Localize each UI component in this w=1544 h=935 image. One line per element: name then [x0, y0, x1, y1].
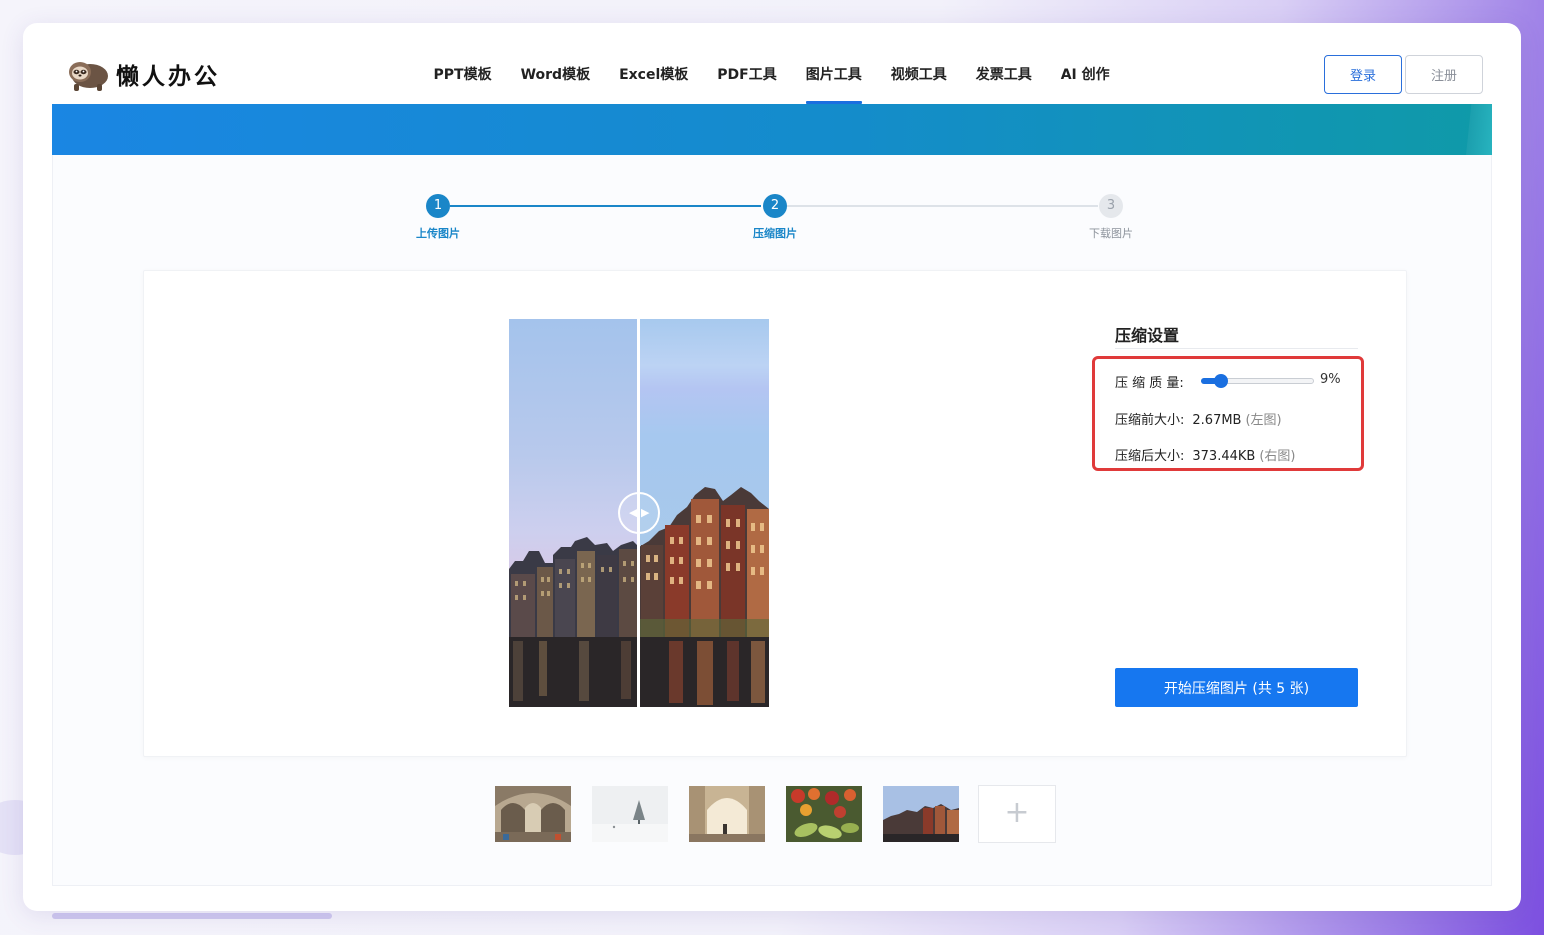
step-2-label: 压缩图片	[753, 227, 797, 240]
step-3-circle: 3	[1099, 194, 1123, 218]
after-size-hint: (右图)	[1259, 449, 1296, 464]
after-size-row: 压缩后大小: 373.44KB (右图)	[1115, 445, 1295, 464]
nav-item-pdf-tools[interactable]: PDF工具	[703, 48, 791, 104]
quality-slider-thumb[interactable]	[1214, 374, 1228, 388]
chevron-right-icon: ▶	[641, 506, 650, 519]
snow-image	[592, 786, 668, 842]
before-size-label: 压缩前大小:	[1115, 413, 1185, 428]
step-1-label: 上传图片	[416, 227, 460, 240]
add-image-button[interactable]: +	[978, 785, 1056, 843]
sloth-logo-icon	[69, 62, 108, 91]
quality-row: 压 缩 质 量:	[1115, 372, 1184, 391]
houses-image	[883, 786, 959, 842]
top-navbar: 懒人办公 PPT模板 Word模板 Excel模板 PDF工具 图片工具 视频工…	[52, 48, 1492, 104]
background-scroll-hint	[52, 913, 332, 919]
before-size-hint: (左图)	[1245, 413, 1282, 428]
nav-item-image-tools[interactable]: 图片工具	[791, 48, 876, 104]
register-button[interactable]: 注册	[1405, 55, 1483, 94]
thumbnail-houses[interactable]	[883, 786, 959, 842]
header-banner	[52, 104, 1492, 155]
hall-image	[495, 786, 571, 842]
quality-value: 9%	[1320, 372, 1341, 387]
nav-item-invoice-tools[interactable]: 发票工具	[961, 48, 1046, 104]
fruit-image	[786, 786, 862, 842]
brand-logo[interactable]: 懒人办公	[66, 56, 220, 92]
settings-divider	[1115, 348, 1358, 349]
nav-item-excel-templates[interactable]: Excel模板	[605, 48, 703, 104]
quality-label: 压 缩 质 量:	[1115, 376, 1184, 391]
arch-image	[689, 786, 765, 842]
before-size-value: 2.67MB	[1192, 413, 1242, 428]
after-size-value: 373.44KB	[1192, 449, 1256, 464]
step-connector-1	[450, 205, 761, 207]
start-compress-button[interactable]: 开始压缩图片 (共 5 张)	[1115, 668, 1358, 707]
thumbnail-fruit[interactable]	[786, 786, 862, 842]
nav-item-word-templates[interactable]: Word模板	[506, 48, 605, 104]
main-nav: PPT模板 Word模板 Excel模板 PDF工具 图片工具 视频工具 发票工…	[419, 48, 1124, 104]
step-connector-2	[787, 205, 1098, 207]
after-size-label: 压缩后大小:	[1115, 449, 1185, 464]
settings-title: 压缩设置	[1115, 326, 1180, 345]
before-size-row: 压缩前大小: 2.67MB (左图)	[1115, 409, 1282, 428]
brand-name: 懒人办公	[116, 64, 220, 90]
thumbnail-hall[interactable]	[495, 786, 571, 842]
thumbnail-snow[interactable]	[592, 786, 668, 842]
chevron-left-icon: ◀	[629, 506, 638, 519]
nav-item-video-tools[interactable]: 视频工具	[876, 48, 961, 104]
nav-item-ppt-templates[interactable]: PPT模板	[419, 48, 506, 104]
thumbnail-arch[interactable]	[689, 786, 765, 842]
step-3-label: 下载图片	[1089, 227, 1133, 240]
nav-item-ai-creation[interactable]: AI 创作	[1046, 48, 1124, 104]
login-button[interactable]: 登录	[1324, 55, 1402, 94]
step-2-circle: 2	[763, 194, 787, 218]
step-1-circle: 1	[426, 194, 450, 218]
compare-drag-handle[interactable]: ◀ ▶	[618, 492, 660, 534]
